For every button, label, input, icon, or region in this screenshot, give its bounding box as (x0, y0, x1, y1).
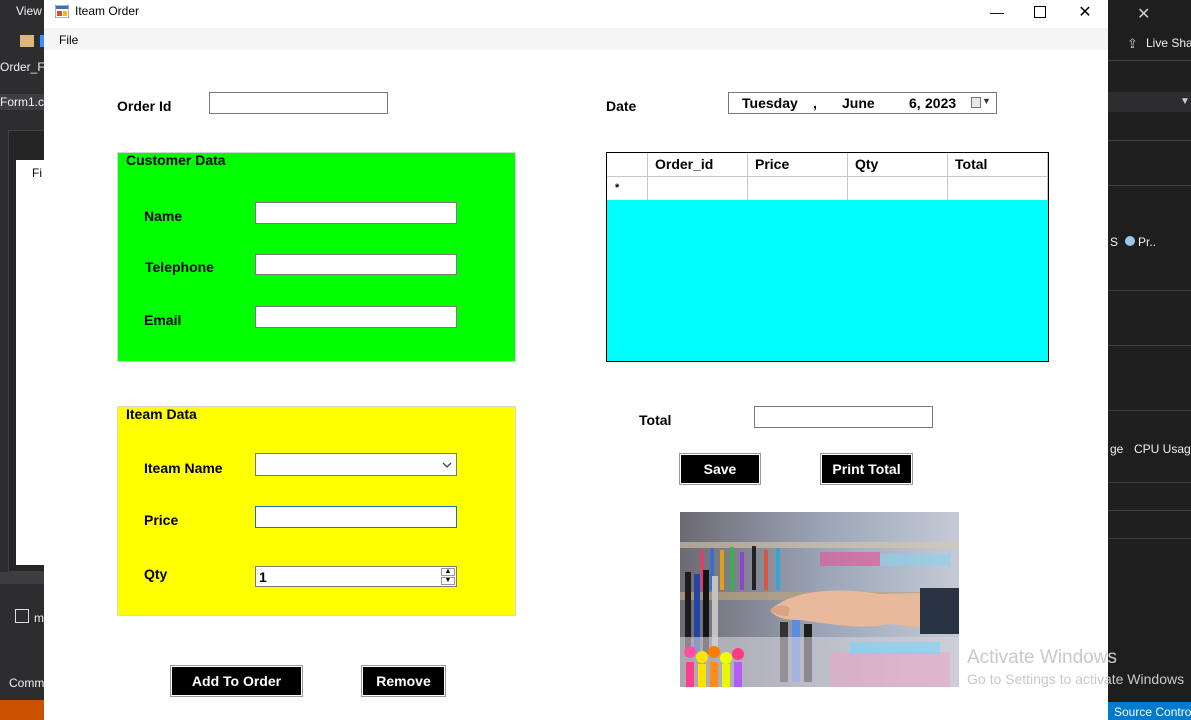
ide-tab-cpu-usage[interactable]: CPU Usage (1134, 442, 1191, 456)
grid-new-row[interactable]: * (607, 176, 1048, 200)
email-input[interactable] (255, 306, 457, 328)
ide-tab-usage[interactable]: ge (1110, 442, 1123, 456)
app-icon (54, 4, 70, 19)
stepper-up-icon[interactable]: ▲ (441, 568, 455, 576)
ide-m: m (34, 611, 44, 625)
ide-designer-form (16, 160, 44, 565)
divider (1108, 345, 1191, 346)
item-name-label: Iteam Name (144, 460, 223, 476)
divider (1108, 185, 1191, 186)
date-picker[interactable]: Tuesday , June 6, 2023 ▼ (728, 92, 997, 114)
total-input[interactable] (754, 406, 933, 428)
price-label: Price (144, 512, 179, 528)
close-icon: ✕ (1078, 4, 1092, 21)
grid-new-row-marker: * (607, 177, 648, 200)
minimize-icon: — (990, 4, 1004, 20)
stationery-store-photo (680, 512, 959, 687)
grid-header-qty[interactable]: Qty (848, 153, 948, 176)
maximize-icon (1034, 6, 1046, 18)
grid-row-header-corner (607, 153, 648, 176)
item-name-select[interactable] (255, 453, 457, 476)
print-total-button[interactable]: Print Total (820, 453, 913, 485)
divider (1108, 510, 1191, 511)
output-icon (15, 609, 29, 623)
ide-tab-form1-label: Form1.cs (0, 95, 51, 109)
ide-comm[interactable]: Comm (9, 676, 44, 690)
ide-s: S (1110, 235, 1119, 249)
divider (1108, 140, 1191, 141)
order-id-label: Order Id (117, 98, 172, 114)
title-bar[interactable] (44, 0, 1108, 24)
date-month[interactable]: June (842, 95, 875, 111)
date-year[interactable]: 2023 (925, 95, 956, 111)
ide-scrollbar[interactable] (0, 572, 44, 584)
qty-value: 1 (259, 569, 267, 585)
date-day[interactable]: 6, (909, 95, 921, 111)
window-title: Iteam Order (75, 4, 140, 18)
source-control-button[interactable]: Source Contro (1114, 705, 1191, 719)
grid-header-order-id[interactable]: Order_id (648, 153, 748, 176)
ide-right-header (1108, 92, 1191, 112)
grid-cell[interactable] (848, 177, 948, 200)
dropdown-arrow-icon[interactable]: ▼ (1180, 96, 1190, 107)
divider (1108, 482, 1191, 483)
ide-status-bar-left (0, 700, 44, 720)
grid-cell[interactable] (648, 177, 748, 200)
email-label: Email (144, 312, 182, 328)
chevron-down-icon[interactable]: ▼ (982, 96, 991, 106)
ide-designer-file: Fi (32, 166, 42, 180)
remove-button[interactable]: Remove (361, 665, 446, 697)
save-button[interactable]: Save (679, 453, 761, 485)
telephone-label: Telephone (145, 259, 214, 275)
qty-label: Qty (144, 566, 168, 582)
ide-tab-form1[interactable]: Form1.cs (0, 94, 50, 110)
close-button[interactable]: ✕ (1062, 0, 1108, 24)
order-id-input[interactable] (209, 92, 388, 114)
price-input[interactable] (255, 506, 457, 528)
divider (1108, 410, 1191, 411)
menu-bar (44, 28, 1108, 50)
activation-watermark-title: Activate Windows (967, 647, 1117, 668)
date-weekday[interactable]: Tuesday (742, 95, 798, 111)
add-to-order-button[interactable]: Add To Order (170, 665, 303, 697)
live-share-button[interactable]: Live Sha (1146, 36, 1191, 50)
quantity-stepper[interactable]: 1 ▲ ▼ (255, 566, 457, 587)
minimize-button[interactable]: — (974, 0, 1020, 24)
live-share-icon[interactable]: ⇪ (1127, 36, 1138, 52)
ide-tab-order[interactable]: Order_F (0, 60, 45, 74)
grid-cell[interactable] (748, 177, 848, 200)
chevron-down-icon[interactable] (442, 462, 452, 469)
ide-pr[interactable]: Pr.. (1138, 235, 1156, 249)
order-grid[interactable]: Order_id Price Qty Total * (606, 152, 1049, 362)
total-label: Total (639, 412, 672, 428)
grid-header: Order_id Price Qty Total (607, 153, 1048, 176)
ide-menu-view[interactable]: View (16, 4, 42, 18)
process-icon (1125, 236, 1135, 246)
folder-icon[interactable] (20, 35, 34, 47)
date-separator: , (813, 95, 817, 111)
calendar-icon[interactable] (971, 97, 981, 108)
telephone-input[interactable] (255, 254, 457, 275)
divider (1108, 290, 1191, 291)
divider (1108, 60, 1191, 61)
maximize-button[interactable] (1017, 0, 1063, 24)
activation-watermark-subtitle: Go to Settings to activate Windows (967, 671, 1185, 687)
stepper-down-icon[interactable]: ▼ (441, 577, 455, 585)
grid-header-price[interactable]: Price (748, 153, 848, 176)
item-data-title: Iteam Data (126, 406, 197, 422)
customer-data-title: Customer Data (126, 152, 226, 168)
divider (1108, 538, 1191, 539)
name-input[interactable] (255, 202, 457, 224)
date-label: Date (606, 98, 637, 114)
grid-cell[interactable] (948, 177, 1048, 200)
menu-file[interactable]: File (59, 33, 78, 47)
grid-header-total[interactable]: Total (948, 153, 1048, 176)
ide-close-icon[interactable]: ✕ (1137, 4, 1150, 24)
name-label: Name (144, 208, 183, 224)
